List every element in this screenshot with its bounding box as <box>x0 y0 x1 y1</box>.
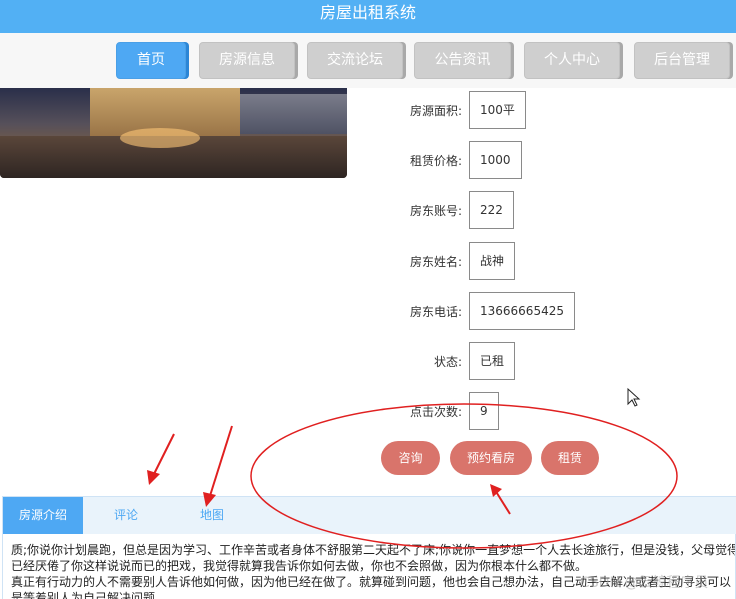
nav-listings[interactable]: 房源信息 <box>199 42 295 79</box>
site-header: 房屋出租系统 <box>0 0 736 33</box>
tab-bar: 房源介绍 评论 地图 <box>3 497 736 534</box>
detail-value: 已租 <box>469 342 516 380</box>
annotation-arrow <box>203 425 233 507</box>
nav-admin[interactable]: 后台管理 <box>634 42 730 79</box>
nav-announcements[interactable]: 公告资讯 <box>414 42 511 79</box>
annotation-arrow <box>147 433 175 485</box>
detail-landlord-name: 房东姓名: 战神 <box>370 242 590 280</box>
content-line: 质;你说你计划晨跑，但总是因为学习、工作辛苦或者身体不舒服第二天起不了床;你说你… <box>11 543 735 557</box>
detail-value: 13666665425 <box>469 292 575 330</box>
detail-value: 222 <box>469 191 514 229</box>
tab-introduction[interactable]: 房源介绍 <box>3 497 83 534</box>
property-photo <box>0 88 347 178</box>
nav-forum[interactable]: 交流论坛 <box>307 42 403 79</box>
detail-label: 房东姓名: <box>409 255 462 269</box>
tab-map[interactable]: 地图 <box>179 497 245 534</box>
nav-profile[interactable]: 个人中心 <box>524 42 620 79</box>
detail-landlord-phone: 房东电话: 13666665425 <box>370 292 590 330</box>
nav-home[interactable]: 首页 <box>116 42 186 79</box>
page: 房屋出租系统 首页 房源信息 交流论坛 公告资讯 个人中心 后台管理 房源面积:… <box>0 0 736 599</box>
consult-button[interactable]: 咨询 <box>381 441 440 475</box>
detail-label: 房东账号: <box>409 204 462 218</box>
watermark: CSDN @云鲸程序员 <box>580 575 709 591</box>
book-viewing-button[interactable]: 预约看房 <box>450 441 532 475</box>
site-title: 房屋出租系统 <box>319 3 416 22</box>
detail-landlord-account: 房东账号: 222 <box>370 191 590 229</box>
tab-comments[interactable]: 评论 <box>93 497 159 534</box>
detail-label: 点击次数: <box>409 405 462 419</box>
detail-value: 战神 <box>469 242 516 280</box>
detail-label: 租赁价格: <box>409 154 462 168</box>
detail-area: 房源面积: 100平 <box>370 91 590 129</box>
nav-bar: 首页 房源信息 交流论坛 公告资讯 个人中心 后台管理 <box>0 33 736 88</box>
rent-button[interactable]: 租赁 <box>541 441 599 475</box>
detail-label: 房源面积: <box>409 104 462 118</box>
detail-price: 租赁价格: 1000 <box>370 141 590 179</box>
detail-label: 房东电话: <box>409 305 462 319</box>
detail-clicks: 点击次数: 9 <box>370 392 590 430</box>
detail-value: 1000 <box>469 141 522 179</box>
detail-value: 100平 <box>469 91 526 129</box>
detail-value: 9 <box>469 392 499 430</box>
detail-status: 状态: 已租 <box>370 342 590 380</box>
detail-label: 状态: <box>433 355 462 369</box>
cursor-icon <box>627 387 641 407</box>
